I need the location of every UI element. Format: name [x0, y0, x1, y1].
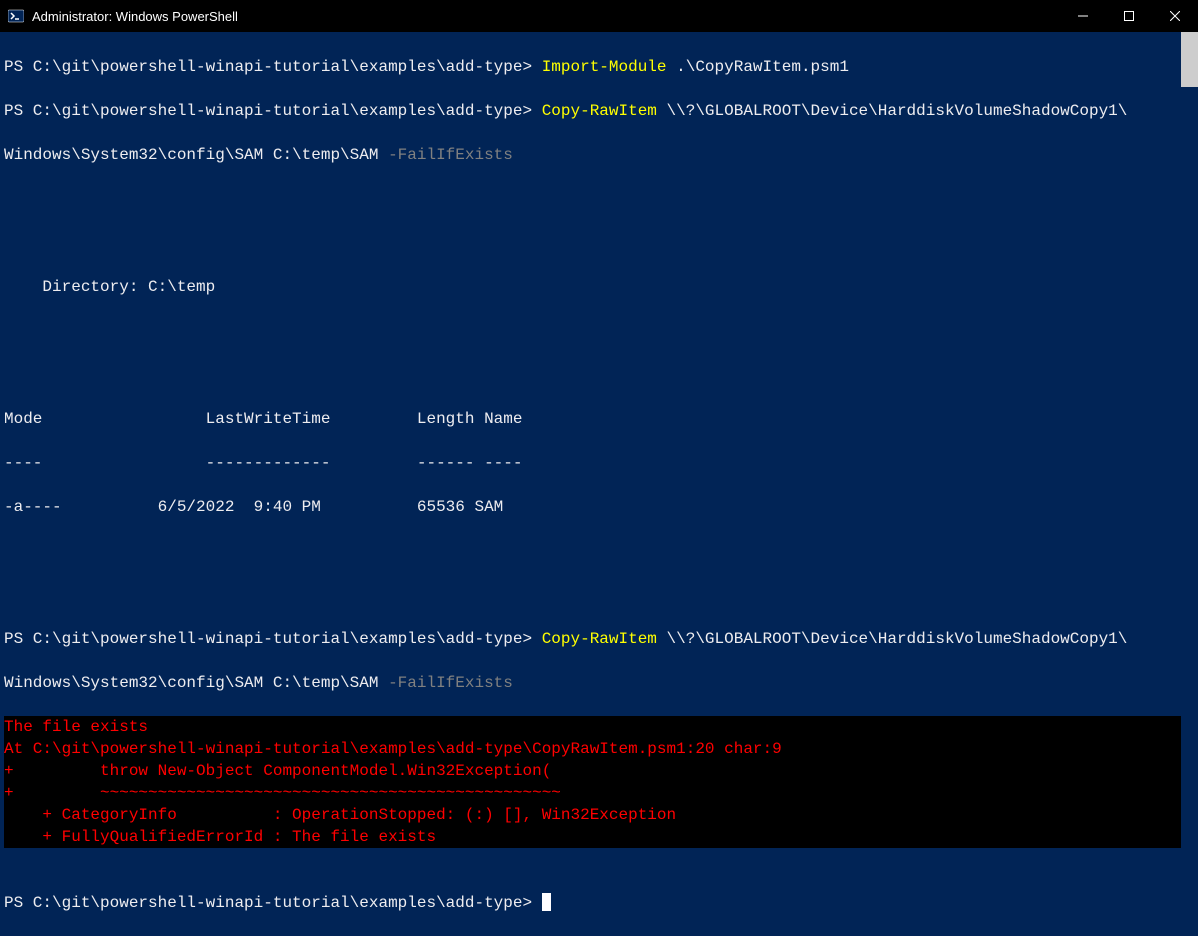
error-text: + throw New-Object ComponentModel.Win32E…: [4, 762, 551, 780]
parameter: -FailIfExists: [388, 674, 513, 692]
error-line: The file exists: [4, 716, 1181, 738]
error-text: + FullyQualifiedErrorId : The file exist…: [4, 828, 436, 846]
terminal-blank: [4, 848, 1198, 870]
cmdlet: Copy-RawItem: [542, 630, 657, 648]
maximize-button[interactable]: [1106, 0, 1152, 32]
cursor: [542, 893, 551, 911]
argument: .\CopyRawItem.psm1: [667, 58, 849, 76]
scrollbar-thumb[interactable]: [1181, 32, 1198, 87]
table-row: -a---- 6/5/2022 9:40 PM 65536 SAM: [4, 496, 1198, 518]
prompt-text: PS C:\git\powershell-winapi-tutorial\exa…: [4, 894, 542, 912]
parameter: -FailIfExists: [388, 146, 513, 164]
cmdlet: Copy-RawItem: [542, 102, 657, 120]
terminal-line: PS C:\git\powershell-winapi-tutorial\exa…: [4, 628, 1198, 650]
table-divider: ---- ------------- ------ ----: [4, 452, 1198, 474]
prompt-text: PS C:\git\powershell-winapi-tutorial\exa…: [4, 630, 542, 648]
error-line: + ~~~~~~~~~~~~~~~~~~~~~~~~~~~~~~~~~~~~~~…: [4, 782, 1181, 804]
terminal-line: Windows\System32\config\SAM C:\temp\SAM …: [4, 672, 1198, 694]
terminal-output[interactable]: PS C:\git\powershell-winapi-tutorial\exa…: [0, 32, 1198, 662]
cmdlet: Import-Module: [542, 58, 667, 76]
close-button[interactable]: [1152, 0, 1198, 32]
window-title: Administrator: Windows PowerShell: [32, 9, 1060, 24]
titlebar[interactable]: Administrator: Windows PowerShell: [0, 0, 1198, 32]
terminal-blank: [4, 584, 1198, 606]
scrollbar[interactable]: [1181, 32, 1198, 662]
prompt-text: PS C:\git\powershell-winapi-tutorial\exa…: [4, 102, 542, 120]
argument: Windows\System32\config\SAM C:\temp\SAM: [4, 674, 388, 692]
terminal-line: PS C:\git\powershell-winapi-tutorial\exa…: [4, 100, 1198, 122]
error-text: + ~~~~~~~~~~~~~~~~~~~~~~~~~~~~~~~~~~~~~~…: [4, 784, 561, 802]
error-text: + CategoryInfo : OperationStopped: (:) […: [4, 806, 676, 824]
terminal-blank: [4, 232, 1198, 254]
window-controls: [1060, 0, 1198, 32]
error-text: At C:\git\powershell-winapi-tutorial\exa…: [4, 740, 782, 758]
terminal-blank: [4, 188, 1198, 210]
terminal-line: Windows\System32\config\SAM C:\temp\SAM …: [4, 144, 1198, 166]
terminal-blank: [4, 320, 1198, 342]
terminal-line: PS C:\git\powershell-winapi-tutorial\exa…: [4, 56, 1198, 78]
error-text: The file exists: [4, 718, 148, 736]
error-line: At C:\git\powershell-winapi-tutorial\exa…: [4, 738, 1181, 760]
directory-line: Directory: C:\temp: [4, 276, 1198, 298]
argument: \\?\GLOBALROOT\Device\HarddiskVolumeShad…: [657, 630, 1127, 648]
table-header: Mode LastWriteTime Length Name: [4, 408, 1198, 430]
terminal-blank: [4, 364, 1198, 386]
argument: \\?\GLOBALROOT\Device\HarddiskVolumeShad…: [657, 102, 1127, 120]
powershell-icon: [8, 8, 24, 24]
error-line: + FullyQualifiedErrorId : The file exist…: [4, 826, 1181, 848]
prompt-text: PS C:\git\powershell-winapi-tutorial\exa…: [4, 58, 542, 76]
terminal-blank: [4, 540, 1198, 562]
argument: Windows\System32\config\SAM C:\temp\SAM: [4, 146, 388, 164]
minimize-button[interactable]: [1060, 0, 1106, 32]
error-line: + CategoryInfo : OperationStopped: (:) […: [4, 804, 1181, 826]
error-line: + throw New-Object ComponentModel.Win32E…: [4, 760, 1181, 782]
terminal-line: PS C:\git\powershell-winapi-tutorial\exa…: [4, 892, 1198, 914]
